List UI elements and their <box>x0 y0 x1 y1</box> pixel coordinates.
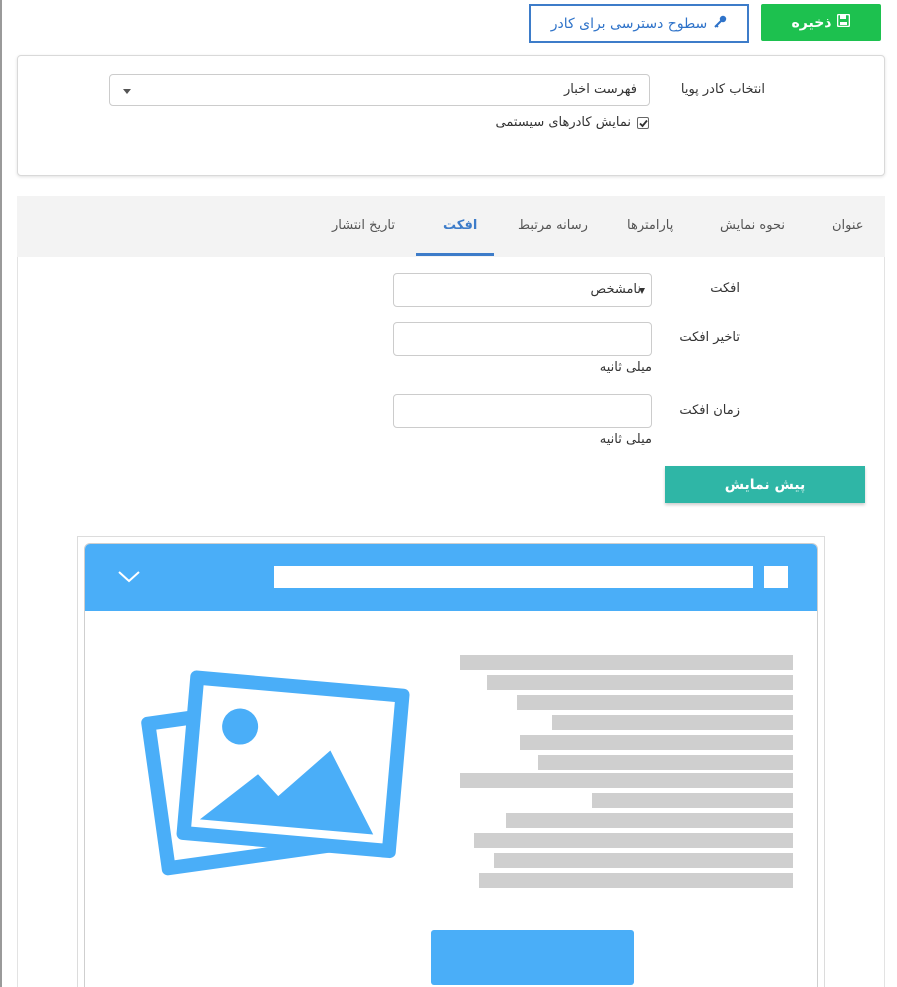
save-button-label: ذخیره <box>791 14 832 31</box>
text-placeholder-line <box>494 853 793 868</box>
tab-publish-date[interactable]: تاریخ انتشار <box>332 218 395 233</box>
text-placeholder-line <box>460 773 793 788</box>
image-placeholder-icon <box>141 670 410 876</box>
effect-delay-unit: میلی ثانیه <box>599 360 652 375</box>
preview-card-header <box>85 544 817 611</box>
effect-duration-input[interactable] <box>393 394 652 428</box>
floppy-disk-icon <box>837 13 851 31</box>
text-placeholder-line <box>460 655 793 670</box>
effect-delay-label: تاخیر افکت <box>679 330 740 345</box>
effect-duration-unit: میلی ثانیه <box>599 432 652 447</box>
text-placeholder-line <box>487 675 793 690</box>
preview-title-placeholder <box>274 566 753 588</box>
access-levels-button[interactable]: سطوح دسترسی برای کادر <box>529 4 749 43</box>
text-placeholder-line <box>506 813 793 828</box>
text-placeholder-line <box>538 755 793 770</box>
effect-duration-label: زمان افکت <box>679 403 740 418</box>
tab-title[interactable]: عنوان <box>832 218 864 233</box>
tab-effect[interactable]: افکت <box>443 218 477 233</box>
save-button[interactable]: ذخیره <box>761 4 881 41</box>
effect-delay-input[interactable] <box>393 322 652 356</box>
active-tab-indicator <box>416 253 494 256</box>
tab-related-media[interactable]: رسانه مرتبط <box>518 218 588 233</box>
window-edge <box>0 0 2 987</box>
tab-display-mode[interactable]: نحوه نمایش <box>720 218 785 233</box>
access-levels-label: سطوح دسترسی برای کادر <box>550 15 708 32</box>
tab-parameters[interactable]: پارامترها <box>627 218 673 233</box>
caret-down-icon <box>123 89 131 94</box>
text-placeholder-line <box>479 873 793 888</box>
caret-down-icon <box>639 288 645 294</box>
preview-card <box>84 543 818 987</box>
preview-button-placeholder <box>431 930 634 985</box>
text-placeholder-line <box>520 735 793 750</box>
effect-select[interactable]: نامشخص <box>393 273 652 307</box>
key-icon <box>713 15 727 33</box>
frame-select[interactable]: فهرست اخبار <box>109 74 650 106</box>
text-placeholder-line <box>517 695 793 710</box>
text-placeholder-line <box>592 793 793 808</box>
preview-button[interactable]: پیش نمایش <box>665 466 865 503</box>
effect-select-value: نامشخص <box>590 282 641 297</box>
text-placeholder-line <box>552 715 793 730</box>
show-system-frames-checkbox[interactable] <box>637 117 649 129</box>
show-system-frames-label: نمایش کادرهای سیستمی <box>495 115 631 130</box>
preview-header-square <box>764 566 788 588</box>
effect-label: افکت <box>710 281 740 296</box>
select-frame-label: انتخاب کادر پویا <box>680 82 765 97</box>
text-placeholder-line <box>474 833 793 848</box>
frame-select-value: فهرست اخبار <box>564 82 637 97</box>
chevron-down-icon <box>118 571 140 583</box>
